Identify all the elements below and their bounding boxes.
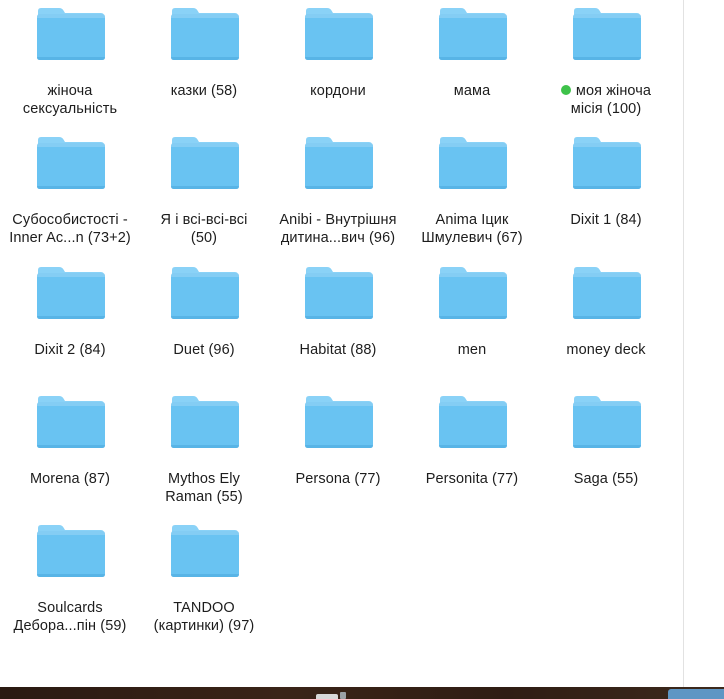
folder-item[interactable]: Dixit 1 (84) [539, 135, 673, 260]
folder-item[interactable]: Soulcards Дебора...пін (59) [3, 523, 137, 648]
folder-name: Dixit 1 (84) [570, 212, 642, 228]
folder-icon [438, 394, 508, 454]
folder-icon [438, 6, 508, 66]
folder-icon [304, 394, 374, 454]
folder-icon [572, 6, 642, 66]
folder-name: мама [453, 83, 491, 99]
folder-icon [36, 6, 106, 66]
folder-icon [36, 135, 106, 195]
folder-label: Habitat (88) [271, 341, 405, 359]
folder-name: Soulcards Дебора...пін (59) [13, 600, 127, 634]
folder-item[interactable]: Personita (77) [405, 394, 539, 519]
folder-label: money deck [539, 341, 673, 359]
folder-icon [170, 6, 240, 66]
folder-icon [572, 135, 642, 195]
folder-label: Mythos Ely Raman (55) [137, 470, 271, 506]
folder-label: men [405, 341, 539, 359]
folder-name: моя жіноча місія (100) [570, 83, 652, 117]
folder-label: Anima Іцик Шмулевич (67) [405, 211, 539, 247]
folder-item[interactable]: мама [405, 6, 539, 131]
folder-icon [170, 523, 240, 583]
folder-label: Я і всі-всі-всі (50) [137, 211, 271, 247]
folder-icon [304, 265, 374, 325]
folder-label: Dixit 2 (84) [3, 341, 137, 359]
folder-icon [36, 394, 106, 454]
folder-icon [36, 265, 106, 325]
folder-name: казки (58) [170, 83, 238, 99]
folder-name: Habitat (88) [299, 342, 377, 358]
folder-icon [170, 394, 240, 454]
folder-item[interactable]: Morena (87) [3, 394, 137, 519]
folder-item[interactable]: Dixit 2 (84) [3, 265, 137, 390]
folder-item[interactable]: Anibi - Внутрішня дитина...вич (96) [271, 135, 405, 260]
folder-name: TANDOO (картинки) (97) [153, 600, 255, 634]
folder-icon [572, 394, 642, 454]
folder-icon [572, 265, 642, 325]
folder-name: Persona (77) [295, 471, 381, 487]
folder-label: Anibi - Внутрішня дитина...вич (96) [271, 211, 405, 247]
folder-item[interactable]: Я і всі-всі-всі (50) [137, 135, 271, 260]
folder-label: Субособистості - Inner Ac...n (73+2) [3, 211, 137, 247]
folder-name: Mythos Ely Raman (55) [165, 471, 243, 505]
folder-label: казки (58) [137, 82, 271, 100]
folder-label: кордони [271, 82, 405, 100]
folder-icon [304, 6, 374, 66]
dock-app-icon[interactable] [340, 692, 346, 699]
folder-label: TANDOO (картинки) (97) [137, 599, 271, 635]
dock-finder-icon[interactable] [668, 689, 724, 699]
folder-label: Soulcards Дебора...пін (59) [3, 599, 137, 635]
folder-icon [170, 265, 240, 325]
scrollbar-track[interactable] [683, 0, 724, 687]
folder-label: Saga (55) [539, 470, 673, 488]
folder-item[interactable]: men [405, 265, 539, 390]
folder-icon [170, 135, 240, 195]
folder-name: Personita (77) [425, 471, 519, 487]
folder-label: Dixit 1 (84) [539, 211, 673, 229]
folder-item[interactable]: кордони [271, 6, 405, 131]
folder-name: Anibi - Внутрішня дитина...вич (96) [279, 212, 397, 246]
folder-name: Я і всі-всі-всі (50) [160, 212, 248, 246]
folder-name: Morena (87) [29, 471, 111, 487]
folder-name: Duet (96) [173, 342, 235, 358]
dock-app-icon[interactable] [316, 694, 338, 699]
finder-icon-view[interactable]: жіноча сексуальність казки (58) кордони мам… [0, 0, 683, 687]
folder-item[interactable]: money deck [539, 265, 673, 390]
folder-label: Duet (96) [137, 341, 271, 359]
folder-label: Morena (87) [3, 470, 137, 488]
folder-name: money deck [566, 342, 646, 358]
folder-item[interactable]: Persona (77) [271, 394, 405, 519]
folder-name: men [457, 342, 487, 358]
folder-label: жіноча сексуальність [3, 82, 137, 118]
green-tag-icon [560, 85, 571, 95]
folder-label: Personita (77) [405, 470, 539, 488]
folder-name: Anima Іцик Шмулевич (67) [421, 212, 523, 246]
folder-item[interactable]: Duet (96) [137, 265, 271, 390]
folder-name: кордони [310, 83, 366, 99]
folder-item[interactable]: моя жіноча місія (100) [539, 6, 673, 131]
folder-item[interactable]: жіноча сексуальність [3, 6, 137, 131]
folder-item[interactable]: Habitat (88) [271, 265, 405, 390]
folder-item[interactable]: Saga (55) [539, 394, 673, 519]
folder-item[interactable]: Субособистості - Inner Ac...n (73+2) [3, 135, 137, 260]
dock [0, 687, 724, 699]
folder-label: Persona (77) [271, 470, 405, 488]
folder-name: жіноча сексуальність [22, 83, 118, 117]
folder-name: Dixit 2 (84) [34, 342, 106, 358]
folder-label: мама [405, 82, 539, 100]
folder-name: Saga (55) [573, 471, 639, 487]
folder-item[interactable]: Mythos Ely Raman (55) [137, 394, 271, 519]
folder-label: моя жіноча місія (100) [539, 82, 673, 118]
folder-icon [438, 135, 508, 195]
folder-item[interactable]: TANDOO (картинки) (97) [137, 523, 271, 648]
folder-item[interactable]: казки (58) [137, 6, 271, 131]
folder-icon [36, 523, 106, 583]
folder-icon [304, 135, 374, 195]
folder-item[interactable]: Anima Іцик Шмулевич (67) [405, 135, 539, 260]
folder-icon [438, 265, 508, 325]
folder-name: Субособистості - Inner Ac...n (73+2) [9, 212, 131, 246]
